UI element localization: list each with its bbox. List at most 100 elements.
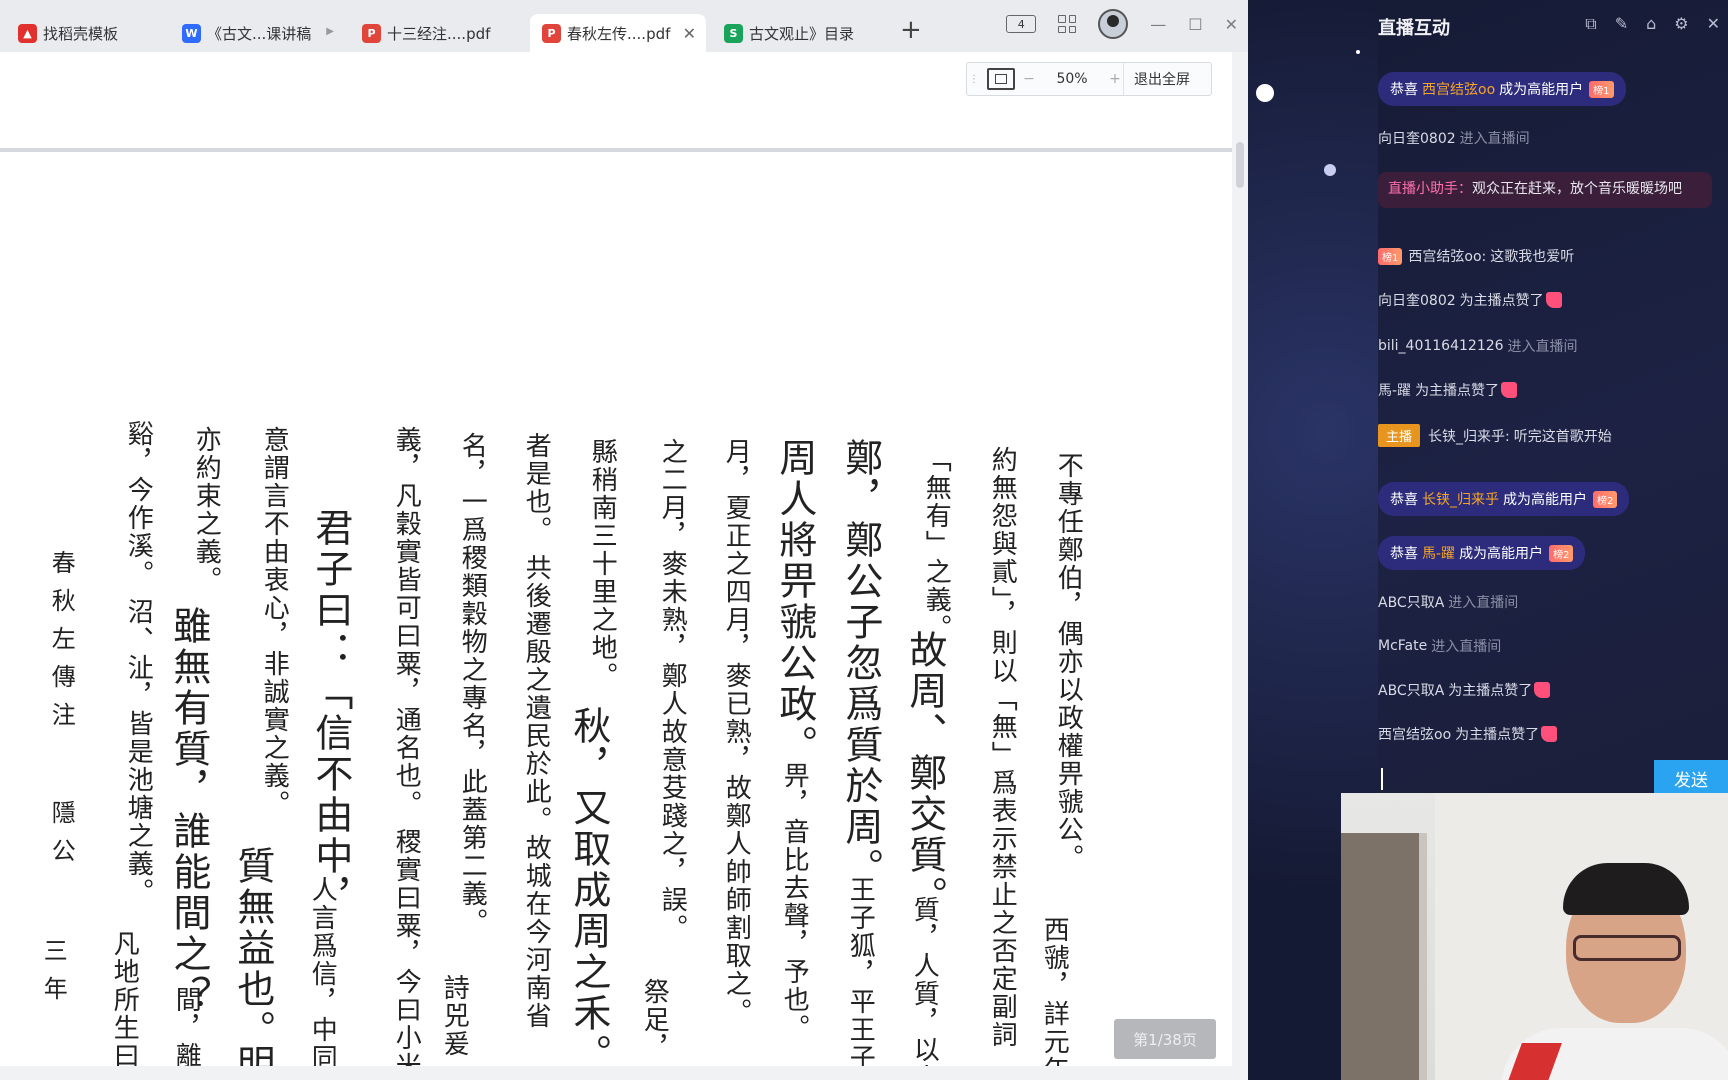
text-column: 意謂言不由衷心，非誠實之義。 (259, 426, 290, 818)
tab-label: 春秋左传....pdf (567, 24, 671, 43)
horizontal-scrollbar[interactable] (0, 1066, 1232, 1080)
text-column: 義，凡穀實皆可曰粟，通名也。 稷實曰粟，今曰小米 (391, 426, 422, 1068)
panel-controls: ⧉ ✎ ⌂ ⚙ ✕ (1585, 14, 1720, 34)
panel-title: 直播互动 (1378, 18, 1450, 39)
star-decoration (1324, 164, 1336, 176)
chat-message: 恭喜 馬-躍 成为高能用户 榜2 (1378, 536, 1586, 570)
text-column: 西虢，詳元年 (1039, 916, 1070, 1068)
message-text: 进入直播间 (1431, 639, 1502, 655)
message-text: 进入直播间 (1448, 595, 1519, 611)
webcam-overlay (1341, 793, 1728, 1080)
send-button[interactable]: 发送 (1654, 760, 1728, 796)
thumbs-up-icon (1501, 382, 1518, 398)
username[interactable]: bili_40116412126 (1378, 338, 1504, 354)
tab-label: 《古文...课讲稿 (207, 24, 312, 43)
message-text: 成为高能用户 (1459, 546, 1544, 562)
popout-icon[interactable]: ⧉ (1585, 14, 1596, 34)
rank-badge: 榜1 (1589, 80, 1614, 98)
username[interactable]: McFate (1378, 638, 1427, 654)
message-prefix: 恭喜 (1390, 82, 1418, 98)
username[interactable]: 西宫结弦oo (1378, 724, 1451, 744)
pdf-icon: P (542, 23, 561, 43)
rank-badge: 榜1 (1378, 247, 1403, 265)
message-text: 观众正在赶来，放个音乐暖暖场吧 (1472, 181, 1682, 197)
message-text: 这歌我也爱听 (1490, 249, 1575, 265)
tab-label: 找稻壳模板 (43, 24, 119, 43)
pdf-icon: P (362, 23, 381, 43)
pdf-page: 不專任鄭伯，偶亦以政權畀虢公。 西虢，詳元年 約無怨與貳」，則以「無」爲表示禁止… (0, 156, 1232, 1068)
grid-view-icon[interactable] (1058, 15, 1077, 33)
new-tab-button[interactable]: + (900, 14, 922, 46)
close-window-icon[interactable]: ✕ (1225, 15, 1238, 34)
tab-guwen-lecture[interactable]: W 《古文...课讲稿 ▶ (170, 14, 340, 52)
thumbs-up-icon (1534, 682, 1551, 698)
webcam-person-glasses (1573, 935, 1681, 961)
text-column: 人言爲信，中同 (307, 876, 338, 1068)
drag-handle-icon[interactable]: ⋮ (967, 74, 981, 85)
close-icon[interactable]: ✕ (1707, 14, 1720, 34)
message-text: 为主播点赞了 (1455, 727, 1540, 743)
username[interactable]: 西宫结弦oo: (1408, 246, 1486, 266)
tab-guwenguanzhi[interactable]: S 古文观止》目录 (712, 14, 887, 52)
username[interactable]: 西宫结弦oo (1422, 79, 1495, 99)
webcam-door (1341, 833, 1427, 1080)
username[interactable]: 向日奎0802 (1378, 128, 1456, 148)
chat-message: 恭喜 西宫结弦oo 成为高能用户 榜1 (1378, 72, 1626, 106)
text-column: 月，夏正之四月，麥已熟，故鄭人帥師割取之。 (721, 438, 752, 1026)
text-column: 王子狐，平王子 (845, 876, 876, 1068)
scrollbar-thumb[interactable] (1236, 142, 1244, 188)
message-text: 成为高能用户 (1503, 492, 1587, 508)
zoom-out-button[interactable]: − (1021, 71, 1037, 87)
webcam-person-hair (1563, 863, 1689, 915)
minimize-icon[interactable]: — (1150, 15, 1166, 34)
user-avatar[interactable] (1098, 9, 1129, 39)
window-controls: 4 — ☐ ✕ (1006, 8, 1248, 40)
tab-label: 古文观止》目录 (749, 24, 855, 43)
username[interactable]: ABC只取A (1378, 680, 1444, 700)
chat-message: 榜1 西宫结弦oo: 这歌我也爱听 (1378, 246, 1574, 266)
text-column: 之二月，麥未熟，鄭人故意芟踐之，誤。 (657, 438, 688, 942)
text-column: 者是也。 共後遷殷之遺民於此。故城在今河南省 (521, 432, 552, 1031)
vertical-scrollbar[interactable] (1232, 52, 1248, 1080)
username[interactable]: ABC只取A (1378, 592, 1444, 612)
close-tab-icon[interactable]: ✕ (683, 24, 696, 43)
text-column: 周人將畀虢公政。 (772, 438, 817, 766)
zoom-toolbar: ⋮ − 50% + 退出全屏 (966, 62, 1212, 96)
thumbs-up-icon (1545, 292, 1562, 308)
zoom-in-button[interactable]: + (1107, 71, 1123, 87)
maximize-icon[interactable]: ☐ (1188, 15, 1202, 34)
exit-fullscreen-button[interactable]: 退出全屏 (1123, 63, 1200, 95)
username[interactable]: 向日奎0802 (1378, 290, 1456, 310)
chat-message: ABC只取A 为主播点赞了 (1378, 680, 1551, 700)
text-column: 約無怨與貳」，則以「無」爲表示禁止之否定副詞 (987, 446, 1018, 1049)
chat-message: 主播 长铗_归来乎: 听完这首歌开始 (1378, 424, 1612, 447)
username[interactable]: 长铗_归来乎 (1422, 489, 1499, 509)
wps-sheet-icon: S (724, 23, 743, 43)
window-count-indicator[interactable]: 4 (1006, 15, 1037, 33)
tab-shisanjing-pdf[interactable]: P 十三经注....pdf (350, 14, 525, 52)
text-column: 故周、鄭交質。 (902, 630, 947, 917)
username[interactable]: 长铗_归来乎: (1428, 426, 1510, 446)
text-column: 不專任鄭伯，偶亦以政權畀虢公。 (1053, 452, 1084, 872)
zoom-level[interactable]: 50% (1037, 71, 1107, 87)
username[interactable]: 馬-躍 (1378, 380, 1411, 400)
tab-docer[interactable]: ▲ 找稻壳模板 (6, 14, 166, 52)
tab-chunqiu-pdf[interactable]: P 春秋左传....pdf ✕ (530, 14, 706, 52)
fit-page-icon[interactable] (987, 68, 1015, 90)
username[interactable]: 馬-躍 (1422, 543, 1455, 563)
chat-message: 馬-躍 为主播点赞了 (1378, 380, 1518, 400)
page-number-indicator[interactable]: 第1/38页 (1114, 1019, 1216, 1059)
text-column: 君子曰：「信不由中， (308, 508, 353, 918)
chat-input-cursor[interactable] (1381, 768, 1383, 790)
running-header: 隱公 (47, 800, 76, 876)
text-column: 谿，今作溪。 沼、沚，皆是池塘之義。 (123, 420, 154, 907)
text-column: 「無有」之義。 (921, 446, 952, 642)
fullscreen-toolbar-area: ⋮ − 50% + 退出全屏 (0, 52, 1232, 152)
mute-icon[interactable]: ✎ (1615, 14, 1628, 34)
gear-icon[interactable]: ⚙ (1674, 14, 1688, 34)
chat-message: 西宫结弦oo 为主播点赞了 (1378, 724, 1558, 744)
message-text: 为主播点赞了 (1448, 683, 1533, 699)
lock-icon[interactable]: ⌂ (1646, 14, 1656, 34)
text-column: 間，離 (171, 986, 202, 1068)
message-text: 进入直播间 (1459, 131, 1530, 147)
